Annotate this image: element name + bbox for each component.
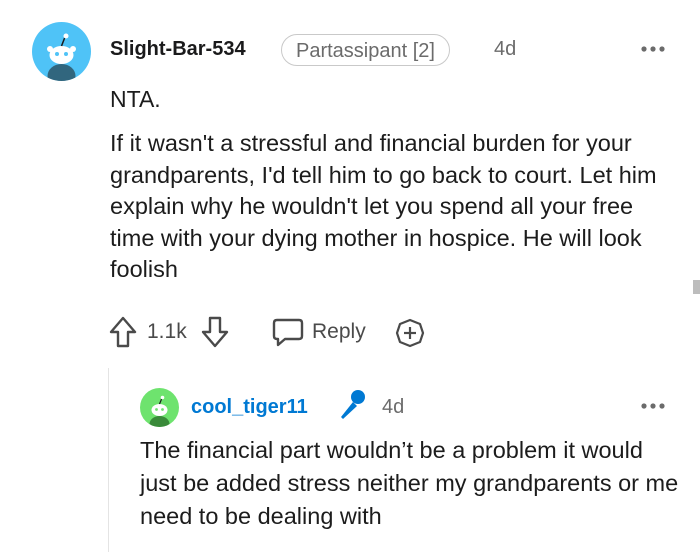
downvote-arrow-icon (201, 316, 229, 348)
microphone-icon (341, 390, 365, 419)
reply-avatar[interactable] (140, 388, 179, 427)
speech-bubble-icon (272, 318, 304, 347)
snoo-avatar-icon (47, 33, 76, 81)
more-options-button[interactable] (640, 34, 666, 60)
award-plus-icon (395, 318, 425, 348)
comment-timestamp: 4d (494, 38, 517, 60)
thread-line[interactable] (108, 368, 109, 552)
more-dots-icon (641, 46, 665, 52)
comment-headline: NTA. (110, 86, 161, 112)
reply-label[interactable]: Reply (312, 320, 366, 344)
more-dots-icon (641, 403, 665, 409)
reply-button[interactable] (271, 317, 305, 347)
snoo-avatar-icon (149, 395, 170, 427)
reply-body: The financial part wouldn’t be a problem… (140, 437, 679, 529)
award-button[interactable] (395, 318, 425, 348)
upvote-arrow-icon (109, 316, 137, 348)
reply-timestamp: 4d (382, 396, 405, 418)
upvote-button[interactable] (108, 315, 138, 349)
downvote-button[interactable] (200, 315, 230, 349)
comment-body: If it wasn't a stressful and financial b… (110, 130, 657, 282)
vote-score: 1.1k (147, 320, 187, 343)
user-flair: Partassipant [2] (281, 34, 450, 66)
avatar[interactable] (32, 22, 91, 81)
comment-author[interactable]: Slight-Bar-534 (110, 38, 246, 61)
scrollbar-thumb[interactable] (693, 280, 700, 294)
microphone-badge (334, 387, 370, 423)
reply-author[interactable]: cool_tiger11 (191, 396, 308, 419)
reply-more-options-button[interactable] (640, 391, 666, 417)
